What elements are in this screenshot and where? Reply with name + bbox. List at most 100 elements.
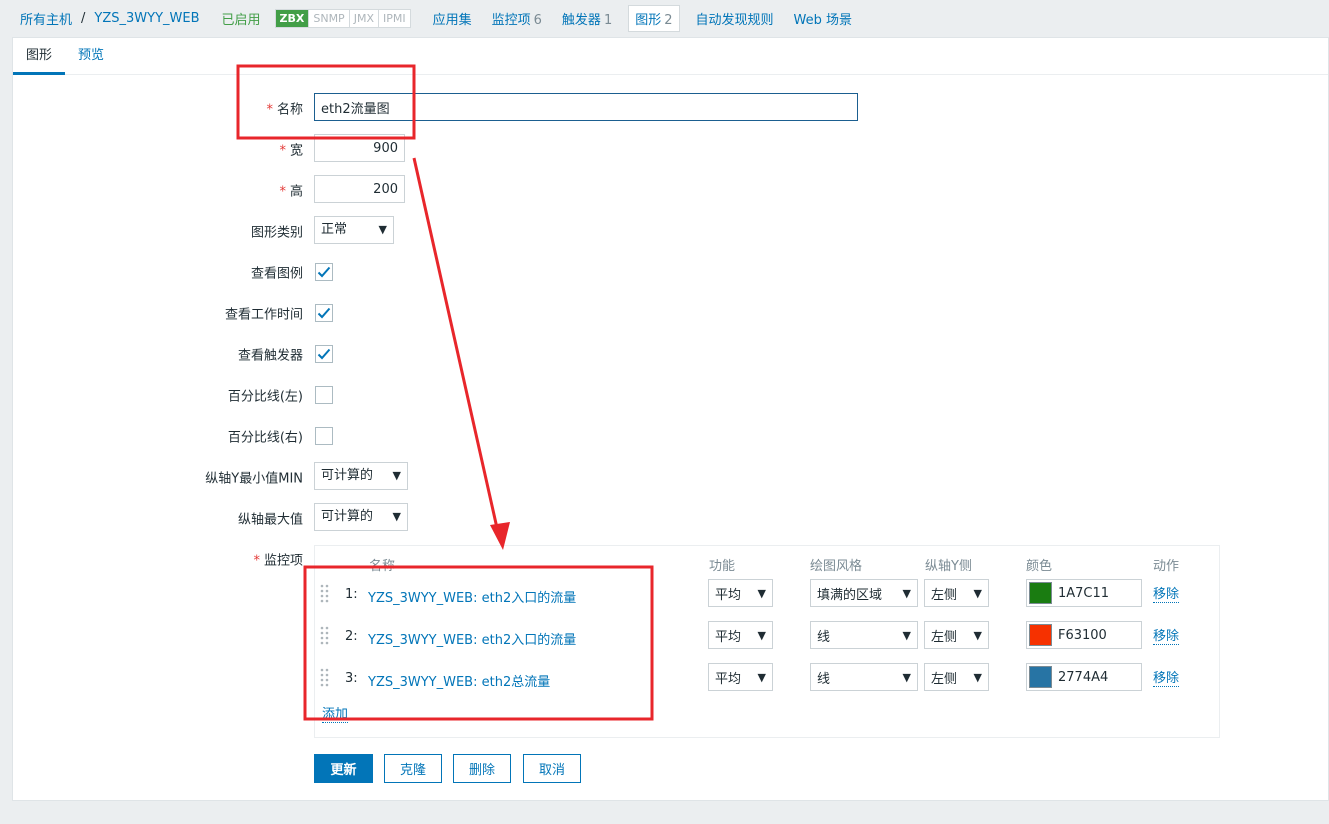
cancel-button[interactable]: 取消 — [523, 754, 581, 783]
color-swatch[interactable] — [1029, 666, 1052, 688]
width-input[interactable] — [314, 134, 405, 162]
col-header-function: 功能 — [709, 559, 736, 574]
row-show-legend: 查看图例 — [13, 257, 1328, 287]
drag-handle-icon[interactable] — [320, 667, 330, 689]
show-triggers-label: 查看触发器 — [237, 348, 303, 364]
ymax-select[interactable]: 可计算的 ▼ — [314, 503, 408, 531]
color-picker[interactable]: F63100 — [1026, 621, 1142, 649]
row-index: 2: — [345, 629, 358, 644]
col-header-draw-style: 绘图风格 — [810, 559, 863, 574]
remove-link[interactable]: 移除 — [1153, 587, 1180, 603]
items-label: * 监控项 — [253, 553, 303, 569]
drag-handle-icon[interactable] — [320, 625, 330, 647]
dropdown-arrow-icon: ▼ — [392, 469, 401, 482]
color-swatch[interactable] — [1029, 582, 1052, 604]
snmp-indicator: SNMP — [309, 9, 350, 27]
nav-applications[interactable]: 应用集 — [433, 9, 472, 28]
dropdown-arrow-icon: ▼ — [757, 586, 766, 600]
color-picker[interactable]: 1A7C11 — [1026, 579, 1142, 607]
table-row: 1: YZS_3WYY_WEB: eth2入口的流量 平均 ▼ 填满的区域 ▼ 左侧… — [315, 579, 1219, 611]
row-index: 1: — [345, 587, 358, 602]
ymax-label: 纵轴最大值 — [237, 512, 303, 528]
nav-items[interactable]: 监控项 6 — [492, 9, 542, 28]
dropdown-arrow-icon: ▼ — [973, 586, 982, 600]
row-ymax: 纵轴最大值 可计算的 ▼ — [13, 503, 1328, 533]
clone-button[interactable]: 克隆 — [384, 754, 442, 783]
remove-link[interactable]: 移除 — [1153, 671, 1180, 687]
breadcrumb-separator: / — [81, 10, 86, 26]
color-swatch[interactable] — [1029, 624, 1052, 646]
graph-type-label: 图形类别 — [250, 225, 303, 241]
y-side-select[interactable]: 左侧 ▼ — [924, 621, 989, 649]
checkmark-icon — [317, 307, 331, 319]
dropdown-arrow-icon: ▼ — [902, 586, 911, 600]
col-header-name: 名称 — [369, 559, 396, 574]
show-working-time-checkbox[interactable] — [315, 304, 333, 322]
graph-type-select[interactable]: 正常 ▼ — [314, 216, 394, 244]
function-select[interactable]: 平均 ▼ — [708, 663, 773, 691]
dropdown-arrow-icon: ▼ — [757, 670, 766, 684]
graph-form-card: 图形 预览 *名称 *宽 *高 图形类别 正常▼ 查看图例 查看工作时间 查看 — [12, 37, 1329, 801]
jmx-indicator: JMX — [349, 9, 379, 27]
items-table: 名称 功能 绘图风格 纵轴Y侧 颜色 动作 1: YZS_3WYY_WEB: e… — [314, 545, 1220, 738]
dropdown-arrow-icon: ▼ — [378, 223, 387, 236]
function-select[interactable]: 平均 ▼ — [708, 579, 773, 607]
show-legend-label: 查看图例 — [250, 266, 303, 282]
show-legend-checkbox[interactable] — [315, 263, 333, 281]
ymin-select[interactable]: 可计算的 ▼ — [314, 462, 408, 490]
zbx-indicator: ZBX — [275, 9, 310, 27]
table-row: 2: YZS_3WYY_WEB: eth2入口的流量 平均 ▼ 线 ▼ 左侧 ▼ F6… — [315, 621, 1219, 653]
nav-discovery-rules[interactable]: 自动发现规则 — [696, 9, 774, 28]
breadcrumb-host[interactable]: YZS_3WYY_WEB — [94, 11, 199, 26]
draw-style-select[interactable]: 填满的区域 ▼ — [810, 579, 918, 607]
name-input[interactable] — [314, 93, 858, 121]
col-header-y-side: 纵轴Y侧 — [925, 559, 972, 574]
color-picker[interactable]: 2774A4 — [1026, 663, 1142, 691]
draw-style-select[interactable]: 线 ▼ — [810, 663, 918, 691]
table-row: 3: YZS_3WYY_WEB: eth2总流量 平均 ▼ 线 ▼ 左侧 ▼ 2774… — [315, 663, 1219, 695]
drag-handle-icon[interactable] — [320, 583, 330, 605]
percentile-left-checkbox[interactable] — [315, 386, 333, 404]
add-item-link[interactable]: 添加 — [322, 707, 349, 723]
row-ymin: 纵轴Y最小值MIN 可计算的 ▼ — [13, 462, 1328, 492]
header-nav: 所有主机 / YZS_3WYY_WEB 已启用 ZBX SNMP JMX IPM… — [0, 0, 1329, 36]
row-percentile-right: 百分比线(右) — [13, 421, 1328, 451]
nav-triggers[interactable]: 触发器 1 — [562, 9, 612, 28]
percentile-left-label: 百分比线(左) — [227, 389, 303, 405]
col-header-color: 颜色 — [1026, 559, 1053, 574]
function-select[interactable]: 平均 ▼ — [708, 621, 773, 649]
row-width: * 宽 — [13, 134, 1328, 164]
breadcrumb-all-hosts[interactable]: 所有主机 — [20, 9, 72, 28]
checkmark-icon — [317, 266, 331, 278]
tab-preview[interactable]: 预览 — [65, 38, 117, 75]
show-triggers-checkbox[interactable] — [315, 345, 333, 363]
y-side-select[interactable]: 左侧 ▼ — [924, 579, 989, 607]
ymin-label: 纵轴Y最小值MIN — [205, 471, 303, 487]
item-name-link[interactable]: YZS_3WYY_WEB: eth2入口的流量 — [368, 587, 576, 606]
draw-style-select[interactable]: 线 ▼ — [810, 621, 918, 649]
width-label: * 宽 — [279, 143, 303, 159]
height-input[interactable] — [314, 175, 405, 203]
status-badge[interactable]: 已启用 — [222, 9, 261, 28]
remove-link[interactable]: 移除 — [1153, 629, 1180, 645]
height-label: * 高 — [279, 184, 303, 200]
row-index: 3: — [345, 671, 358, 686]
row-show-triggers: 查看触发器 — [13, 339, 1328, 369]
delete-button[interactable]: 删除 — [453, 754, 511, 783]
item-name-link[interactable]: YZS_3WYY_WEB: eth2总流量 — [368, 671, 550, 690]
nav-graphs[interactable]: 图形 2 — [628, 4, 680, 32]
nav-web-scenarios[interactable]: Web 场景 — [794, 9, 852, 28]
percentile-right-checkbox[interactable] — [315, 427, 333, 445]
row-show-working-time: 查看工作时间 — [13, 298, 1328, 328]
dropdown-arrow-icon: ▼ — [973, 628, 982, 642]
dropdown-arrow-icon: ▼ — [973, 670, 982, 684]
row-percentile-left: 百分比线(左) — [13, 380, 1328, 410]
name-label: * 名称 — [266, 102, 303, 118]
show-working-time-label: 查看工作时间 — [224, 307, 303, 323]
col-header-action: 动作 — [1153, 559, 1180, 574]
tab-graph[interactable]: 图形 — [13, 38, 66, 75]
dropdown-arrow-icon: ▼ — [902, 628, 911, 642]
y-side-select[interactable]: 左侧 ▼ — [924, 663, 989, 691]
item-name-link[interactable]: YZS_3WYY_WEB: eth2入口的流量 — [368, 629, 576, 648]
update-button[interactable]: 更新 — [314, 754, 373, 783]
